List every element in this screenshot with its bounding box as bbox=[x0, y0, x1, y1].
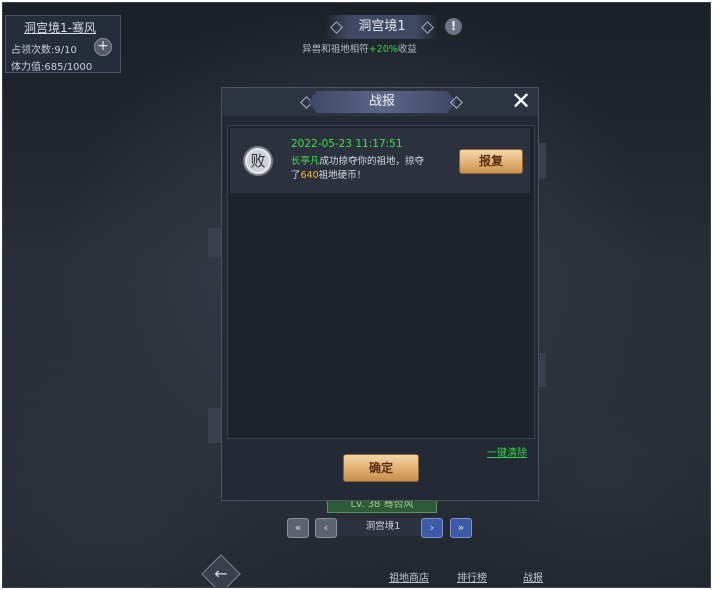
first-page-button[interactable]: « bbox=[287, 518, 309, 538]
battle-report-link[interactable]: 战报 bbox=[523, 569, 543, 584]
realm-title: 洞宫境1 bbox=[326, 15, 438, 39]
battle-report-dialog: 战报 ✕ 败 2022-05-23 11:17:51 长亭凡成功掠夺你的祖地，掠… bbox=[221, 87, 539, 501]
background-rock-left bbox=[208, 228, 222, 258]
stamina-value: 体力值:685/1000 bbox=[11, 62, 93, 73]
bonus-subtitle-prefix: 异兽和祖地相符 bbox=[302, 44, 369, 55]
game-screen: 洞宫境1-骞风 占领次数:9/10 + 体力值:685/1000 洞宫境1 ! … bbox=[2, 2, 711, 588]
bonus-subtitle-suffix: 收益 bbox=[397, 44, 417, 55]
list-item: 败 2022-05-23 11:17:51 长亭凡成功掠夺你的祖地，掠夺了640… bbox=[230, 128, 530, 193]
confirm-button[interactable]: 确定 bbox=[343, 454, 419, 482]
revenge-button[interactable]: 报复 bbox=[459, 149, 523, 174]
next-page-button[interactable]: › bbox=[421, 518, 443, 538]
bonus-subtitle: 异兽和祖地相符+20%收益 bbox=[3, 41, 710, 55]
region-title[interactable]: 洞宫境1-骞风 bbox=[24, 19, 96, 36]
clear-all-link[interactable]: 一键清除 bbox=[487, 444, 527, 459]
background-rock-left-2 bbox=[208, 408, 222, 443]
report-list[interactable]: 败 2022-05-23 11:17:51 长亭凡成功掠夺你的祖地，掠夺了640… bbox=[227, 125, 535, 439]
ancestral-shop-link[interactable]: 祖地商店 bbox=[389, 569, 429, 584]
bonus-percent: +20% bbox=[368, 44, 398, 55]
dialog-title: 战报 bbox=[308, 91, 456, 113]
dialog-header: 战报 ✕ bbox=[222, 88, 538, 116]
close-icon[interactable]: ✕ bbox=[510, 89, 532, 113]
coin-amount: 640 bbox=[300, 170, 319, 181]
current-realm-label: 洞宫境1 bbox=[337, 518, 429, 536]
defeat-badge: 败 bbox=[243, 146, 273, 176]
ranking-link[interactable]: 排行榜 bbox=[457, 569, 487, 584]
report-time: 2022-05-23 11:17:51 bbox=[291, 138, 403, 150]
last-page-button[interactable]: » bbox=[450, 518, 472, 538]
prev-page-button[interactable]: ‹ bbox=[315, 518, 337, 538]
back-arrow-icon: ← bbox=[214, 564, 228, 583]
report-message-end: 祖地硬币！ bbox=[318, 170, 367, 181]
attacker-name: 长亭凡 bbox=[291, 156, 320, 167]
info-alert-icon[interactable]: ! bbox=[445, 18, 462, 35]
report-message: 长亭凡成功掠夺你的祖地，掠夺了640祖地硬币！ bbox=[291, 155, 431, 183]
